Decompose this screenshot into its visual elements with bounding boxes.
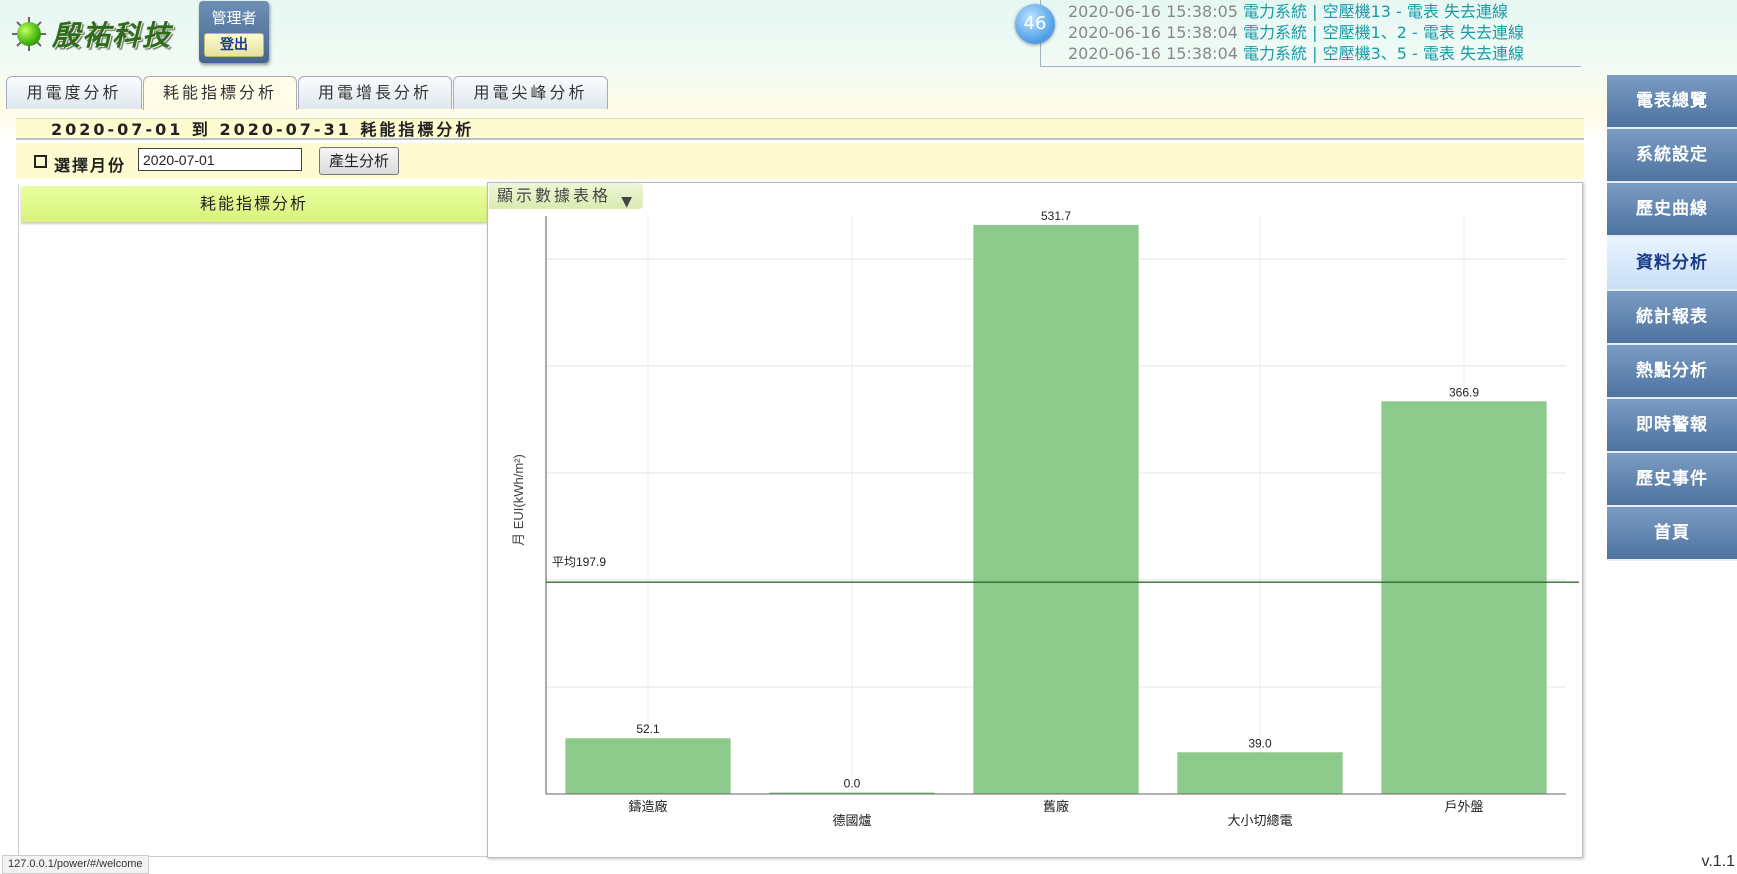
tab-growth-analysis[interactable]: 用電增長分析 [298,76,452,109]
month-input[interactable]: 2020-07-01 [138,148,302,171]
x-tick-label: 大小切總電 [1227,813,1292,828]
notification-count-badge[interactable]: 46 [1015,4,1055,44]
notification-item[interactable]: 2020-06-16 15:38:04 電力系統 | 空壓機1、2 - 電表 失… [1068,23,1524,43]
show-data-table-toggle[interactable]: 顯示數據表格 ▼ [489,183,643,210]
tab-peak-analysis[interactable]: 用電尖峰分析 [453,76,608,109]
nav-system-settings[interactable]: 系統設定 [1607,129,1737,183]
eui-bar-chart: 52.1 鑄造廠 0.0 德國爐 531.7 舊廠 39.0 大小切總電 366.9 戶外盤 平均… [511,209,1579,828]
bar-value-label: 366.9 [1449,385,1479,399]
bar[interactable] [1177,752,1343,794]
version-label: v.1.1 [1701,853,1736,870]
nav-data-analysis[interactable]: 資料分析 [1607,237,1737,291]
bar-value-label: 0.0 [844,777,861,791]
notification-time: 2020-06-16 15:38:04 [1068,44,1238,63]
notification-time: 2020-06-16 15:38:04 [1068,23,1238,42]
company-logo: 殷祐科技 [12,12,182,56]
average-label: 平均197.9 [552,555,606,569]
notification-message: 電力系統 | 空壓機13 - 電表 失去連線 [1243,2,1508,21]
bar[interactable] [1381,401,1547,794]
y-axis-label: 月 EUI(kWh/m²) [511,454,526,546]
bar[interactable] [565,738,731,794]
logo-text: 殷祐科技 [52,19,173,52]
logout-button[interactable]: 登出 [204,33,264,57]
left-panel-title: 耗能指標分析 [21,186,487,222]
x-tick-label: 德國爐 [832,813,871,828]
nav-realtime-alarms[interactable]: 即時警報 [1607,399,1737,453]
bar-value-label: 39.0 [1248,736,1272,750]
bar-value-label: 52.1 [636,722,660,736]
month-checkbox[interactable] [34,155,47,168]
bar-value-label: 531.7 [1041,209,1071,223]
nav-meter-overview[interactable]: 電表總覽 [1607,75,1737,129]
show-data-table-label: 顯示數據表格 [497,186,612,205]
nav-home[interactable]: 首頁 [1607,507,1737,561]
tab-energy-usage-analysis[interactable]: 用電度分析 [6,76,142,109]
month-label: 選擇月份 [54,156,127,175]
x-tick-label: 舊廠 [1043,799,1069,814]
nav-history-curves[interactable]: 歷史曲線 [1607,183,1737,237]
triangle-down-icon: ▼ [621,194,635,210]
page-title: 2020-07-01 到 2020-07-31 耗能指標分析 [16,118,1584,140]
notification-item[interactable]: 2020-06-16 15:38:04 電力系統 | 空壓機3、5 - 電表 失… [1068,44,1524,64]
notification-message: 電力系統 | 空壓機3、5 - 電表 失去連線 [1243,44,1524,63]
nav-statistical-reports[interactable]: 統計報表 [1607,291,1737,345]
x-tick-label: 戶外盤 [1444,799,1483,814]
x-tick-label: 鑄造廠 [628,799,667,814]
bar[interactable] [973,224,1139,794]
user-name: 管理者 [211,9,257,27]
notification-time: 2020-06-16 15:38:05 [1068,2,1238,21]
user-box: 管理者 登出 [199,1,269,63]
left-panel [18,184,488,857]
generate-analysis-button[interactable]: 產生分析 [319,147,399,175]
logo-globe-icon [12,17,46,51]
status-bar-url: 127.0.0.1/power/#/welcome [2,855,149,874]
notification-message: 電力系統 | 空壓機1、2 - 電表 失去連線 [1243,23,1524,42]
tab-energy-index-analysis[interactable]: 耗能指標分析 [143,76,297,110]
nav-hotspot-analysis[interactable]: 熱點分析 [1607,345,1737,399]
notification-item[interactable]: 2020-06-16 15:38:05 電力系統 | 空壓機13 - 電表 失去… [1068,2,1508,22]
nav-history-events[interactable]: 歷史事件 [1607,453,1737,507]
